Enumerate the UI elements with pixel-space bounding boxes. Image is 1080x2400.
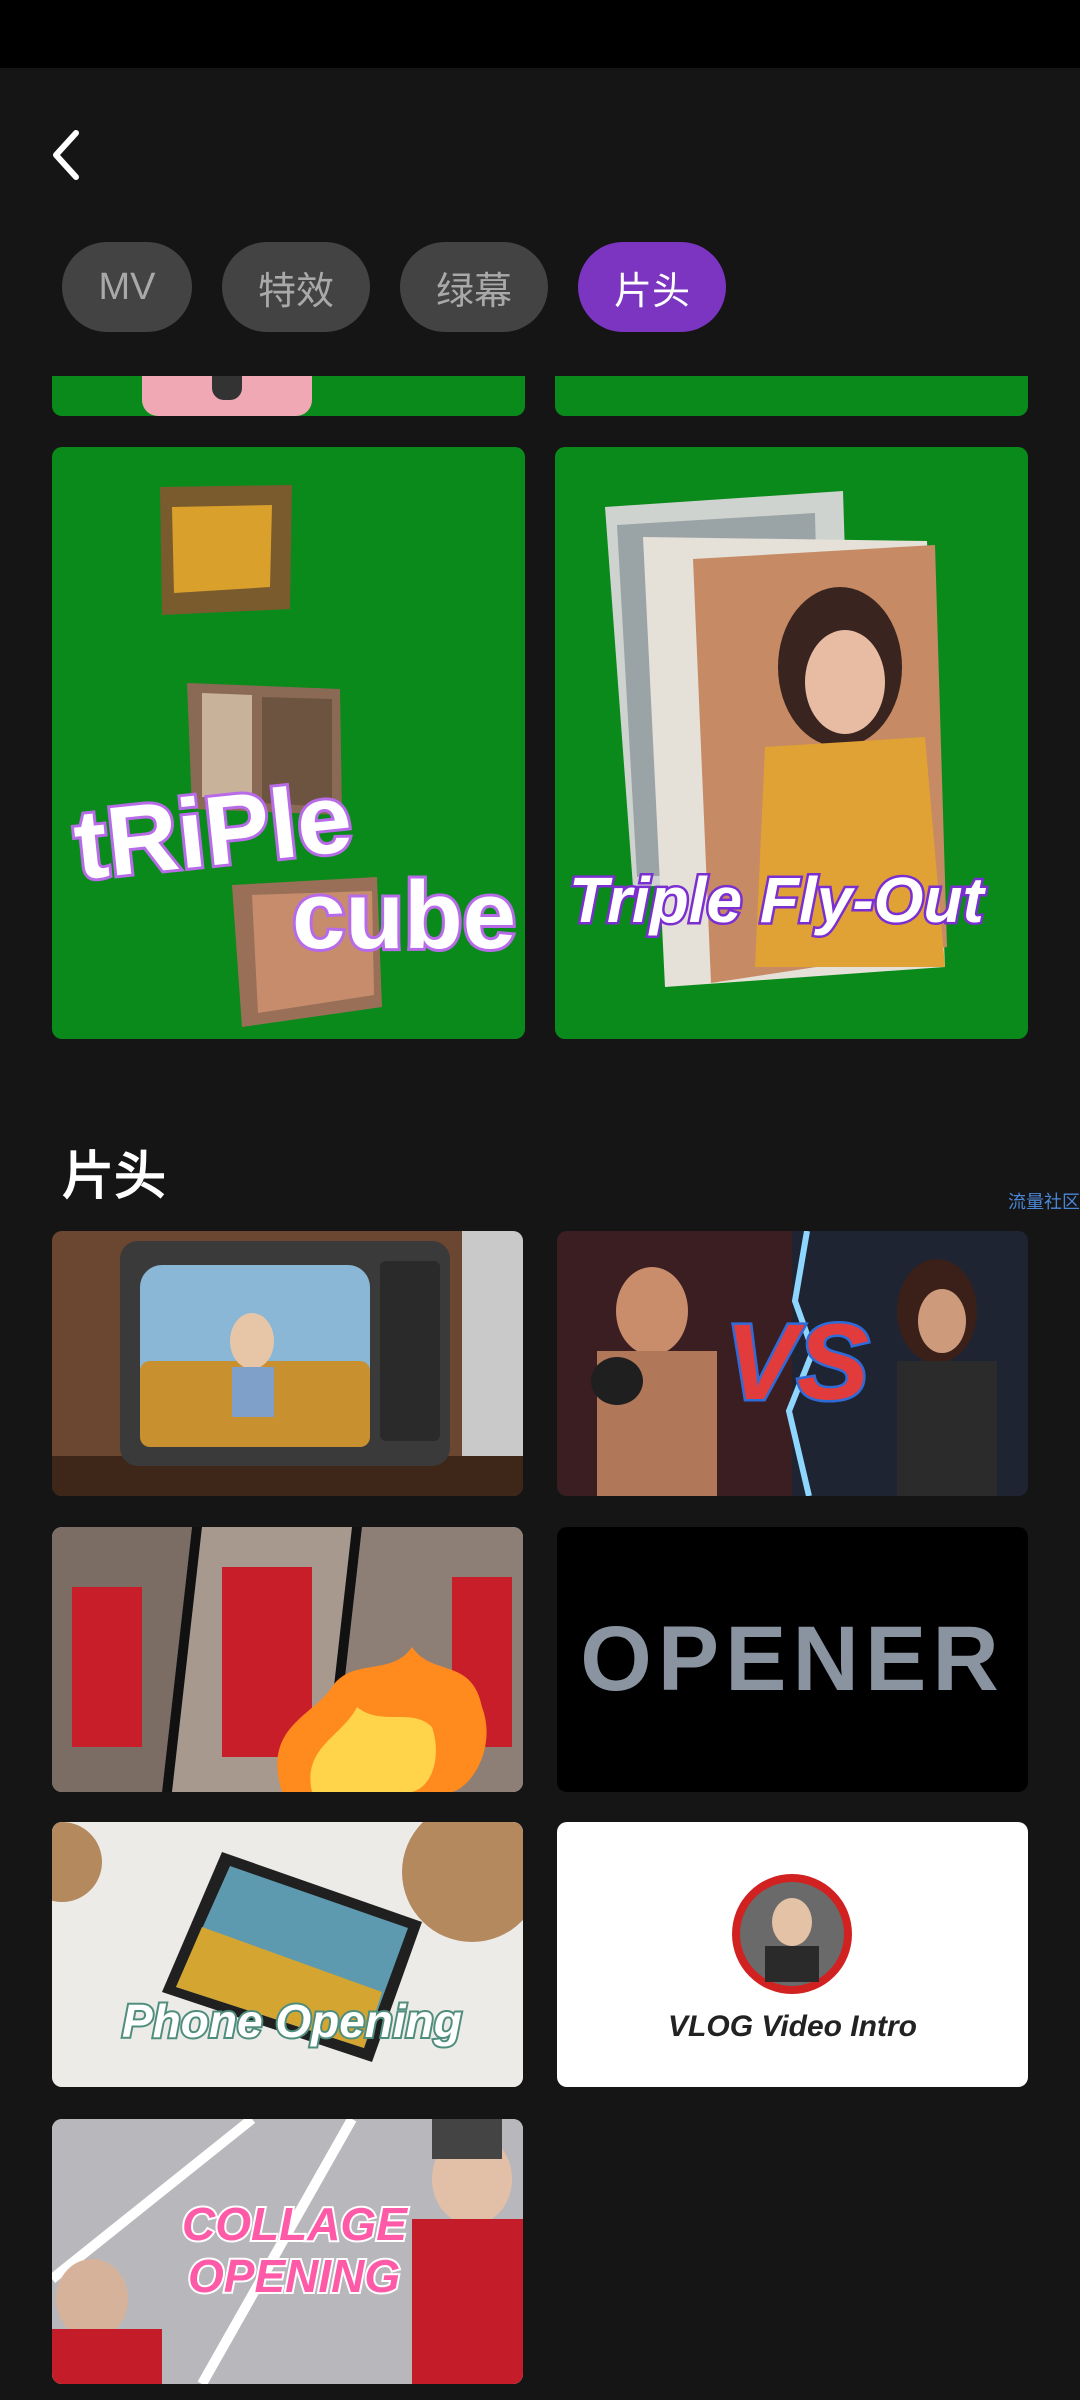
green-card-partial-right[interactable] [555, 376, 1028, 416]
retro-tv-graphic [52, 1231, 523, 1496]
intro-card-opener[interactable]: OPENER [557, 1527, 1028, 1792]
vs-label: VS [722, 1299, 871, 1425]
tab-mv[interactable]: MV [62, 242, 192, 332]
intro-card-collage-opening[interactable]: COLLAGE OPENING [52, 2119, 523, 2384]
green-card-partial-left[interactable] [52, 376, 525, 416]
intro-card-vlog[interactable]: VLOG Video Intro [557, 1822, 1028, 2087]
collage-opening-line1: COLLAGE [180, 2196, 409, 2252]
tab-green-screen[interactable]: 绿幕 [400, 242, 549, 332]
triple-fly-out-title: Triple Fly-Out [567, 862, 987, 939]
back-button[interactable] [40, 120, 90, 190]
status-bar [0, 0, 1080, 68]
intro-card-phone-opening[interactable]: Phone Opening [52, 1822, 523, 2087]
collage-opening-line2: OPENING [186, 2248, 402, 2304]
triple-fly-out-graphic [605, 491, 947, 987]
triple-cube-title-line2: cube [289, 859, 519, 972]
watermark: 流量社区 [1008, 1192, 1080, 1212]
chevron-left-icon [53, 130, 79, 180]
triple-cube-card[interactable]: tRiPle cube [52, 447, 525, 1039]
phone-opening-label: Phone Opening [120, 1993, 464, 2049]
tab-effects[interactable]: 特效 [222, 242, 371, 332]
triple-fly-out-card[interactable]: Triple Fly-Out [555, 447, 1028, 1039]
intro-card-retro-tv[interactable] [52, 1231, 523, 1496]
vlog-graphic [732, 1874, 852, 1994]
tab-intro[interactable]: 片头 [578, 242, 727, 332]
intro-card-vs[interactable]: VS [557, 1231, 1028, 1496]
flame-split-graphic [52, 1527, 523, 1792]
intro-card-flame-split[interactable] [52, 1527, 523, 1792]
category-tabs: MV 特效 绿幕 片头 [62, 242, 727, 332]
vlog-label: VLOG Video Intro [668, 2010, 917, 2043]
opener-label: OPENER [580, 1608, 1005, 1710]
section-title: 片头 [62, 1148, 167, 1206]
